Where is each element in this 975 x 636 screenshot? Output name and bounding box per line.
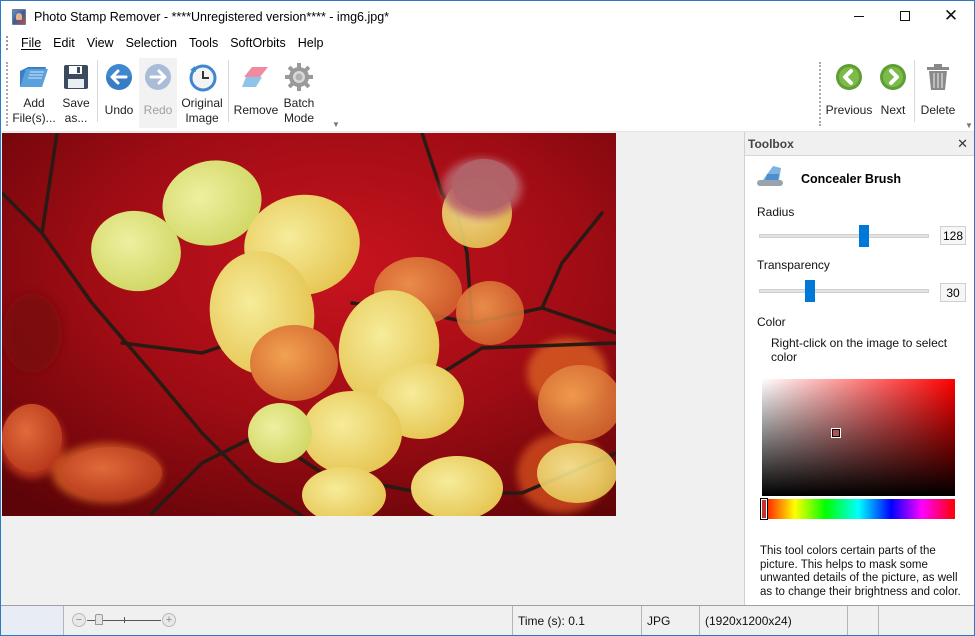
status-cell-empty	[1, 606, 64, 635]
undo-button[interactable]: Undo	[101, 58, 137, 128]
radius-slider-thumb[interactable]	[859, 225, 870, 247]
hue-slider-marker[interactable]	[760, 498, 768, 520]
window-title: Photo Stamp Remover - ****Unregistered v…	[34, 9, 390, 24]
close-icon: ✕	[943, 6, 959, 26]
status-dimensions: (1920x1200x24)	[700, 606, 848, 635]
toolbar-overflow-icon[interactable]: ▼	[965, 121, 973, 130]
status-time: Time (s): 0.1	[513, 606, 642, 635]
menu-help[interactable]: Help	[292, 36, 330, 50]
transparency-slider-thumb[interactable]	[805, 280, 815, 302]
transparency-slider-track	[759, 289, 929, 293]
menu-file[interactable]: File	[15, 36, 47, 50]
zoom-control: − +	[72, 612, 182, 628]
title-bar: Photo Stamp Remover - ****Unregistered v…	[1, 1, 974, 32]
trash-icon	[922, 61, 954, 93]
zoom-in-button[interactable]: +	[162, 613, 176, 627]
tool-header: Concealer Brush	[755, 164, 901, 193]
save-as-button[interactable]: Save as...	[58, 58, 94, 128]
remove-button[interactable]: Remove	[232, 58, 280, 128]
hue-slider[interactable]	[760, 498, 955, 520]
photo-image[interactable]	[2, 133, 616, 516]
toolbar-grip[interactable]	[6, 62, 8, 126]
menu-softorbits[interactable]: SoftOrbits	[224, 36, 292, 50]
color-picker-marker[interactable]	[831, 428, 841, 438]
arrow-right-circle-icon	[142, 61, 174, 93]
image-canvas-area[interactable]	[1, 132, 744, 605]
toolbar-overflow-icon[interactable]: ▼	[332, 120, 340, 129]
radius-label: Radius	[757, 205, 795, 219]
minimize-icon	[854, 15, 864, 17]
tool-name: Concealer Brush	[801, 171, 902, 186]
window-controls: ✕	[836, 1, 974, 31]
close-button[interactable]: ✕	[928, 1, 974, 31]
batch-mode-button[interactable]: Batch Mode	[281, 58, 317, 128]
toolbar-separator	[914, 60, 915, 122]
redo-button[interactable]: Redo	[139, 58, 177, 128]
toolbox-close-icon[interactable]: ✕	[957, 136, 968, 152]
next-button[interactable]: Next	[876, 58, 910, 128]
maximize-icon	[900, 11, 910, 21]
tool-description: This tool colors certain parts of the pi…	[760, 545, 961, 598]
zoom-cell: − +	[64, 606, 513, 635]
gear-icon	[283, 61, 315, 93]
green-left-chevron-icon	[833, 61, 865, 93]
previous-button[interactable]: Previous	[824, 58, 874, 128]
toolbar: Add File(s)... Save as... Undo Redo Orig…	[1, 54, 974, 132]
menu-edit[interactable]: Edit	[47, 36, 81, 50]
toolbar-grip[interactable]	[819, 62, 821, 126]
eraser-icon	[240, 61, 272, 93]
status-format: JPG	[642, 606, 700, 635]
menu-selection[interactable]: Selection	[120, 36, 183, 50]
color-saturation-value-picker[interactable]	[762, 379, 955, 496]
status-cell-empty	[848, 606, 879, 635]
minimize-button[interactable]	[836, 1, 882, 31]
toolbox-title: Toolbox	[748, 136, 794, 151]
toolbar-separator	[97, 60, 98, 122]
menu-grip[interactable]	[6, 36, 9, 50]
concealer-brush-icon	[755, 164, 785, 193]
status-cell-empty	[879, 606, 974, 635]
toolbox-header: Toolbox ✕	[745, 132, 974, 156]
color-hint: Right-click on the image to select color	[771, 336, 948, 364]
radius-slider[interactable]	[759, 224, 929, 248]
menu-bar: File Edit View Selection Tools SoftOrbit…	[1, 32, 974, 54]
transparency-label: Transparency	[757, 258, 830, 272]
status-bar: − + Time (s): 0.1 JPG (1920x1200x24)	[1, 605, 974, 635]
radius-slider-track	[759, 234, 929, 238]
green-right-chevron-icon	[877, 61, 909, 93]
app-window: Photo Stamp Remover - ****Unregistered v…	[0, 0, 975, 636]
folder-open-icon	[18, 61, 50, 93]
floppy-disk-icon	[60, 61, 92, 93]
menu-view[interactable]: View	[81, 36, 120, 50]
maximize-button[interactable]	[882, 1, 928, 31]
delete-button[interactable]: Delete	[918, 58, 958, 128]
arrow-left-circle-icon	[103, 61, 135, 93]
app-icon	[12, 8, 26, 25]
menu-tools[interactable]: Tools	[183, 36, 224, 50]
transparency-slider[interactable]	[759, 279, 929, 303]
add-files-button[interactable]: Add File(s)...	[12, 58, 56, 128]
toolbox-panel: Toolbox ✕ Concealer Brush Radius 128 Tra…	[744, 132, 974, 605]
clock-restore-icon	[186, 61, 218, 93]
radius-value[interactable]: 128	[940, 226, 966, 245]
zoom-slider-thumb[interactable]	[95, 613, 103, 625]
zoom-slider[interactable]	[87, 613, 161, 625]
zoom-slider-tick	[124, 616, 125, 623]
photo-content	[2, 133, 616, 516]
transparency-value[interactable]: 30	[940, 283, 966, 302]
zoom-out-button[interactable]: −	[72, 613, 86, 627]
color-label: Color	[757, 315, 786, 329]
original-image-button[interactable]: Original Image	[179, 58, 225, 128]
toolbar-separator	[228, 60, 229, 122]
